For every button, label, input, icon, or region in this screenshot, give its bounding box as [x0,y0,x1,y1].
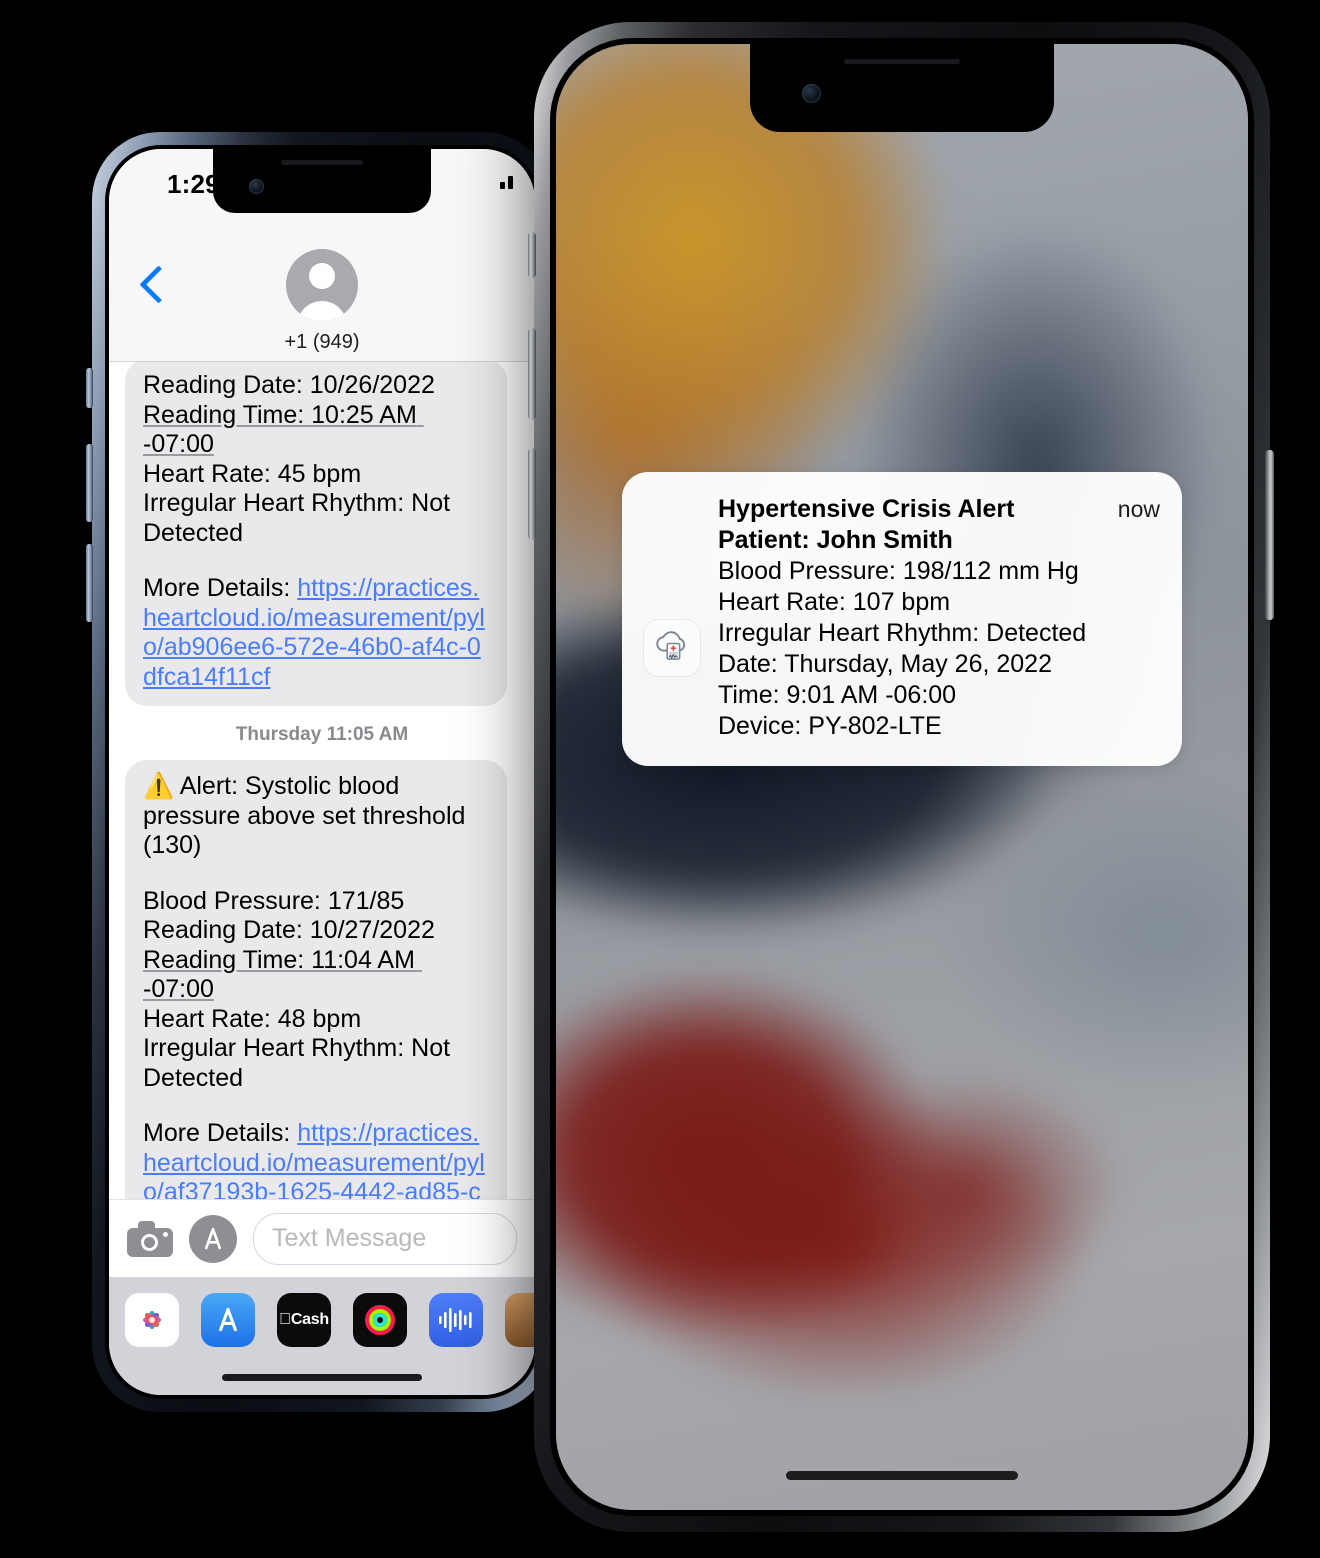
bubble-2-line-4: Heart Rate: 48 bpm [143,1004,362,1033]
memoji-app-icon[interactable] [505,1293,535,1347]
left-phone-notch [213,149,431,213]
lock-screen-wallpaper [556,44,1248,1510]
notification-icon-wrap [644,494,700,742]
notification-time: Time: 9:01 AM -06:00 [718,680,957,709]
earpiece-speaker [281,160,363,165]
apple-cash-label: Cash [285,1311,329,1328]
camera-flash-dot [163,1231,168,1237]
notification-date: Date: Thursday, May 26, 2022 [718,649,1052,678]
messages-screen: +1 (949) 1:29 Reading Date: 10/26/2022 R… [109,149,535,1395]
front-camera-icon [802,84,821,103]
home-indicator[interactable] [786,1471,1018,1480]
right-phone-mute-switch[interactable] [528,232,536,278]
app-store-icon[interactable] [189,1214,237,1263]
text-message-placeholder: Text Message [272,1224,427,1252]
apple-cash-app-icon[interactable]: Cash [277,1293,331,1347]
right-phone-volume-down[interactable] [528,448,536,540]
bubble-2-alert-line: ⚠️ Alert: Systolic blood pressure above … [143,772,489,861]
back-chevron-icon[interactable] [139,265,178,304]
bubble-2-line-3: Reading Time: 11:04 AM -07:00 [143,946,489,1005]
bubble-2-alert-text: Alert: Systolic blood pressure above set… [143,772,473,859]
bubble-2-details: More Details: https://practices.heartclo… [143,1119,489,1199]
day-separator: Thursday 11:05 AM [235,724,409,745]
heartcloud-app-icon [644,619,700,676]
bubble-2-spacer-1 [143,861,489,887]
apple-logo-icon:  [279,1311,291,1328]
notification-heart-rate: Heart Rate: 107 bpm [718,587,951,616]
earpiece-speaker [844,59,960,64]
left-phone-volume-down[interactable] [86,544,93,622]
notification-patient-line: Patient: John Smith [718,525,953,554]
left-phone-device: +1 (949) 1:29 Reading Date: 10/26/2022 R… [92,132,552,1412]
home-indicator[interactable] [222,1374,422,1381]
left-phone-bezel: +1 (949) 1:29 Reading Date: 10/26/2022 R… [105,145,539,1399]
text-message-input[interactable]: Text Message [253,1212,517,1265]
bubble-1-line-4: Irregular Heart Rhythm: Not Detected [143,489,457,547]
bubble-2-spacer-2 [143,1093,489,1119]
notification-body: Hypertensive Crisis Alert now Patient: J… [718,494,1160,742]
right-phone-device: Hypertensive Crisis Alert now Patient: J… [534,22,1270,1532]
bubble-1-reading-time: Reading Time: 10:25 AM -07:00 [143,400,424,459]
bubble-2-reading-time: Reading Time: 11:04 AM -07:00 [143,945,422,1004]
right-phone-notch [750,44,1054,132]
camera-lens-inner [144,1236,155,1248]
contact-name: +1 (949) [284,331,360,353]
bubble-1-line-1: Reading Date: 10/26/2022 [143,371,435,399]
notification-irregular-rhythm: Irregular Heart Rhythm: Detected [718,618,1087,647]
right-phone-power-button[interactable] [1265,450,1274,620]
camera-icon[interactable] [127,1220,173,1257]
message-thread[interactable]: Reading Date: 10/26/2022 Reading Time: 1… [109,361,535,1199]
notification-timestamp: now [1117,496,1160,522]
message-composer: Text Message [109,1199,535,1277]
bubble-2-line-2: Reading Date: 10/27/2022 [143,916,435,944]
bubble-1-spacer [143,548,489,574]
notification-title: Hypertensive Crisis Alert [718,495,1015,523]
notification-blood-pressure: Blood Pressure: 198/112 mm Hg [718,556,1079,585]
warning-icon: ⚠️ [143,772,175,800]
left-phone-volume-up[interactable] [86,444,93,522]
fitness-app-icon[interactable] [353,1293,407,1347]
notification-device: Device: PY-802-LTE [718,711,942,740]
app-store-app-icon[interactable] [201,1293,255,1347]
bubble-2-line-1: Blood Pressure: 171/85 [143,886,405,915]
message-bubble-incoming-1[interactable]: Reading Date: 10/26/2022 Reading Time: 1… [125,361,507,706]
lock-screen[interactable]: Hypertensive Crisis Alert now Patient: J… [556,44,1248,1510]
avatar-body-shape [297,301,347,321]
front-camera-icon [249,179,264,194]
bubble-2-details-label: More Details: [143,1119,298,1147]
bubble-1-details: More Details: https://practices.heartclo… [143,574,489,692]
message-bubble-incoming-2[interactable]: ⚠️ Alert: Systolic blood pressure above … [125,760,507,1199]
contact-avatar[interactable] [286,249,358,321]
right-phone-bezel: Hypertensive Crisis Alert now Patient: J… [550,38,1254,1516]
bubble-1-details-label: More Details: [143,574,298,602]
notification-banner[interactable]: Hypertensive Crisis Alert now Patient: J… [622,472,1182,766]
notification-title-row: Hypertensive Crisis Alert now [718,494,1160,525]
bubble-1-line-2: Reading Time: 10:25 AM -07:00 [143,401,489,460]
photos-app-icon[interactable] [125,1293,179,1347]
avatar-head-shape [309,263,335,289]
bubble-2-line-5: Irregular Heart Rhythm: Not Detected [143,1034,457,1092]
right-phone-volume-up[interactable] [528,328,536,420]
bubble-1-line-3: Heart Rate: 45 bpm [143,459,362,488]
voice-memos-app-icon[interactable] [429,1293,483,1347]
left-phone-mute-switch[interactable] [86,368,93,408]
